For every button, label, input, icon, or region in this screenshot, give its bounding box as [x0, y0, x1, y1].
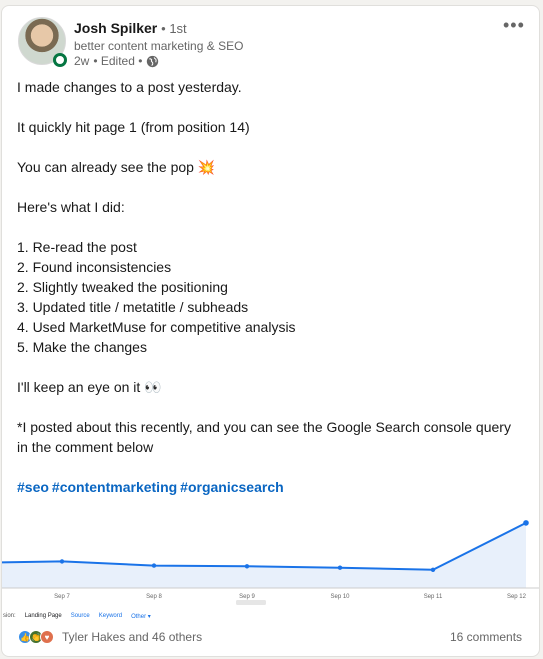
- hashtag-link[interactable]: #contentmarketing: [52, 479, 177, 495]
- data-point: [59, 559, 65, 564]
- data-point: [244, 564, 250, 569]
- x-tick-label: Sep 8: [146, 594, 162, 600]
- reaction-icons: 👍 👏 ♥: [18, 630, 54, 644]
- hashtag-link[interactable]: #seo: [17, 479, 49, 495]
- post-line: *I posted about this recently, and you c…: [17, 419, 511, 455]
- post-line: I'll keep an eye on it 👀: [17, 379, 162, 395]
- post-time: 2w: [74, 54, 90, 68]
- source-tab[interactable]: Source: [71, 613, 90, 620]
- other-tab[interactable]: Other ▾: [131, 613, 151, 620]
- globe-icon: [147, 55, 159, 67]
- more-icon: •••: [503, 15, 525, 35]
- x-tick-label: Sep 11: [424, 594, 443, 600]
- post-line: You can already see the pop 💥: [17, 159, 216, 175]
- author-name[interactable]: Josh Spilker: [74, 20, 157, 36]
- online-status-icon: [53, 53, 67, 67]
- post-card: Josh Spilker • 1st better content market…: [1, 5, 540, 657]
- search-console-chart[interactable]: Sep 7 Sep 8 Sep 9 Sep 10 Sep 11 Sep 12: [2, 506, 540, 606]
- keyword-tab[interactable]: Keyword: [99, 613, 122, 620]
- love-icon: ♥: [40, 630, 54, 644]
- data-point: [523, 520, 529, 526]
- author-name-row: Josh Spilker • 1st: [74, 20, 187, 36]
- post-line: 2. Found inconsistencies: [17, 259, 172, 275]
- post-line: 1. Re-read the post: [17, 239, 137, 255]
- data-point: [430, 567, 436, 572]
- resize-handle[interactable]: [236, 600, 266, 605]
- x-tick-label: Sep 7: [54, 594, 70, 600]
- post-body: I made changes to a post yesterday. It qu…: [17, 77, 522, 497]
- x-tick-label: Sep 12: [507, 594, 527, 600]
- post-line: 3. Updated title / metatitle / subheads: [17, 299, 249, 315]
- connection-degree: • 1st: [161, 21, 187, 36]
- reactors-text[interactable]: Tyler Hakes and 46 others: [62, 630, 202, 644]
- reactions-summary[interactable]: 👍 👏 ♥ Tyler Hakes and 46 others: [18, 630, 202, 644]
- data-point: [337, 565, 343, 570]
- post-line: 5. Make the changes: [17, 339, 147, 355]
- dimension-label: sion:: [3, 613, 16, 619]
- x-tick-label: Sep 10: [330, 594, 350, 600]
- author-headline: better content marketing & SEO: [74, 39, 244, 53]
- hashtag-link[interactable]: #organicsearch: [180, 479, 284, 495]
- chart-dimension-bar: sion: Landing Page Source Keyword Other …: [2, 613, 539, 620]
- post-line: It quickly hit page 1 (from position 14): [17, 119, 250, 135]
- landing-page-tab[interactable]: Landing Page: [25, 613, 62, 620]
- post-line: 2. Slightly tweaked the positioning: [17, 279, 228, 295]
- post-line: 4. Used MarketMuse for competitive analy…: [17, 319, 296, 335]
- post-line: I made changes to a post yesterday.: [17, 79, 242, 95]
- hashtags: #seo #contentmarketing #organicsearch: [17, 477, 522, 497]
- x-tick-label: Sep 9: [239, 594, 255, 600]
- post-line: Here's what I did:: [17, 199, 125, 215]
- more-options-button[interactable]: •••: [503, 15, 525, 35]
- data-point: [151, 563, 157, 568]
- post-text: I made changes to a post yesterday. It qu…: [17, 77, 522, 477]
- edited-label: • Edited •: [93, 54, 143, 68]
- comments-count[interactable]: 16 comments: [450, 630, 522, 644]
- post-meta: 2w • Edited •: [74, 54, 159, 68]
